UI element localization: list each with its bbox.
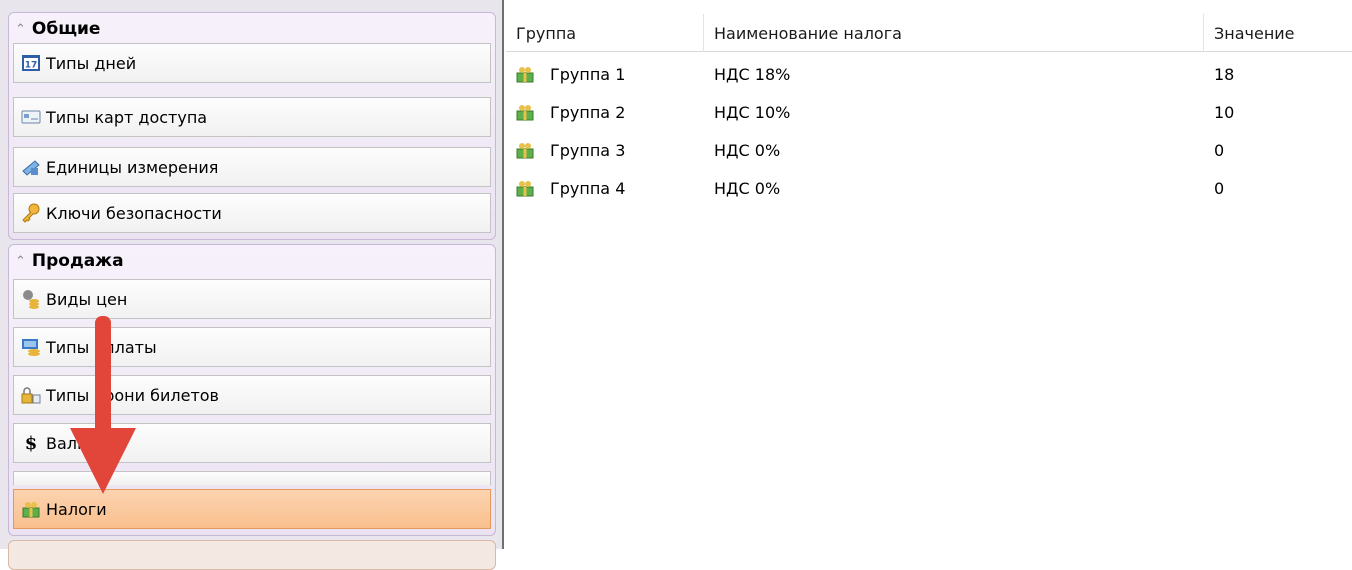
table-row[interactable]: Группа 3 НДС 0% 0 xyxy=(506,131,1352,169)
navigation-panel: ⌃ Общие 17 Типы дней Типы карт доступа Е… xyxy=(0,0,504,570)
tax-gift-icon xyxy=(514,140,536,160)
nav-item-ticket-reservation-types[interactable]: Типы брони билетов xyxy=(13,375,491,415)
dollar-icon: $ xyxy=(24,432,38,454)
nav-item-taxes[interactable]: Налоги xyxy=(13,489,491,529)
cell-value: 10 xyxy=(1214,102,1235,122)
nav-item-measurement-units[interactable]: Единицы измерения xyxy=(13,147,491,187)
tax-gift-icon xyxy=(20,499,42,519)
nav-item-label: Ключи безопасности xyxy=(46,203,222,223)
cell-group: Группа 1 xyxy=(514,55,704,93)
calendar-icon: 17 xyxy=(20,53,42,73)
nav-item-security-keys[interactable]: Ключи безопасности xyxy=(13,193,491,233)
nav-item-label: Типы карт доступа xyxy=(46,107,208,127)
collapse-chevron-icon[interactable]: ⌃ xyxy=(15,22,26,37)
cell-group: Группа 3 xyxy=(514,131,704,169)
nav-item-hidden[interactable] xyxy=(13,471,491,485)
lock-tickets-icon xyxy=(20,385,42,405)
tax-gift-icon xyxy=(514,178,536,198)
access-card-icon xyxy=(20,107,42,127)
nav-item-label: Виды цен xyxy=(46,289,128,309)
table-row[interactable]: Группа 1 НДС 18% 18 xyxy=(506,55,1352,93)
nav-item-payment-types[interactable]: Типы оплаты xyxy=(13,327,491,367)
grid-header: Группа Наименование налога Значение xyxy=(506,14,1352,52)
nav-item-label: Налоги xyxy=(46,499,107,519)
nav-item-label: Типы дней xyxy=(46,53,137,73)
table-row[interactable]: Группа 2 НДС 10% 10 xyxy=(506,93,1352,131)
cell-value: 0 xyxy=(1214,178,1225,198)
cell-group-text: Группа 4 xyxy=(550,178,626,198)
tax-gift-icon xyxy=(514,64,536,84)
cell-value: 0 xyxy=(1214,140,1225,160)
svg-text:17: 17 xyxy=(25,61,38,71)
nav-item-label: Типы брони билетов xyxy=(46,385,219,405)
nav-group-sales-header[interactable]: ⌃ Продажа xyxy=(15,249,124,273)
nav-group-next[interactable] xyxy=(8,540,496,570)
nav-item-day-types[interactable]: 17 Типы дней xyxy=(13,43,491,83)
column-header-group[interactable]: Группа xyxy=(506,14,704,52)
cell-tax-name: НДС 0% xyxy=(714,140,781,160)
nav-item-label: Валюта xyxy=(46,433,110,453)
cell-group: Группа 4 xyxy=(514,169,704,207)
cell-group: Группа 2 xyxy=(514,93,704,131)
nav-item-label: Типы оплаты xyxy=(46,337,157,357)
column-header-tax-name[interactable]: Наименование налога xyxy=(704,14,1204,52)
cell-tax-name: НДС 18% xyxy=(714,64,791,84)
nav-group-general: ⌃ Общие 17 Типы дней Типы карт доступа Е… xyxy=(8,12,496,240)
nav-group-sales: ⌃ Продажа Виды цен Типы оплаты Типы брон… xyxy=(8,244,496,536)
tax-gift-icon xyxy=(514,102,536,122)
column-header-value[interactable]: Значение xyxy=(1204,14,1352,52)
key-icon xyxy=(20,203,42,223)
cell-group-text: Группа 3 xyxy=(550,140,626,160)
nav-item-price-types[interactable]: Виды цен xyxy=(13,279,491,319)
nav-group-title: Продажа xyxy=(31,251,124,271)
cell-value: 18 xyxy=(1214,64,1235,84)
cell-tax-name: НДС 0% xyxy=(714,178,781,198)
collapse-chevron-icon[interactable]: ⌃ xyxy=(15,254,26,269)
coins-icon xyxy=(20,289,42,309)
cell-tax-name: НДС 10% xyxy=(714,102,791,122)
cell-group-text: Группа 2 xyxy=(550,102,626,122)
nav-item-access-card-types[interactable]: Типы карт доступа xyxy=(13,97,491,137)
nav-item-currency[interactable]: $ Валюта xyxy=(13,423,491,463)
nav-group-general-header[interactable]: ⌃ Общие xyxy=(15,17,100,41)
nav-group-title: Общие xyxy=(31,19,101,39)
taxes-grid: Группа Наименование налога Значение Груп… xyxy=(506,0,1352,549)
payment-icon xyxy=(20,337,42,357)
measure-units-icon xyxy=(20,157,42,177)
table-row[interactable]: Группа 4 НДС 0% 0 xyxy=(506,169,1352,207)
nav-item-label: Единицы измерения xyxy=(46,157,219,177)
cell-group-text: Группа 1 xyxy=(550,64,626,84)
